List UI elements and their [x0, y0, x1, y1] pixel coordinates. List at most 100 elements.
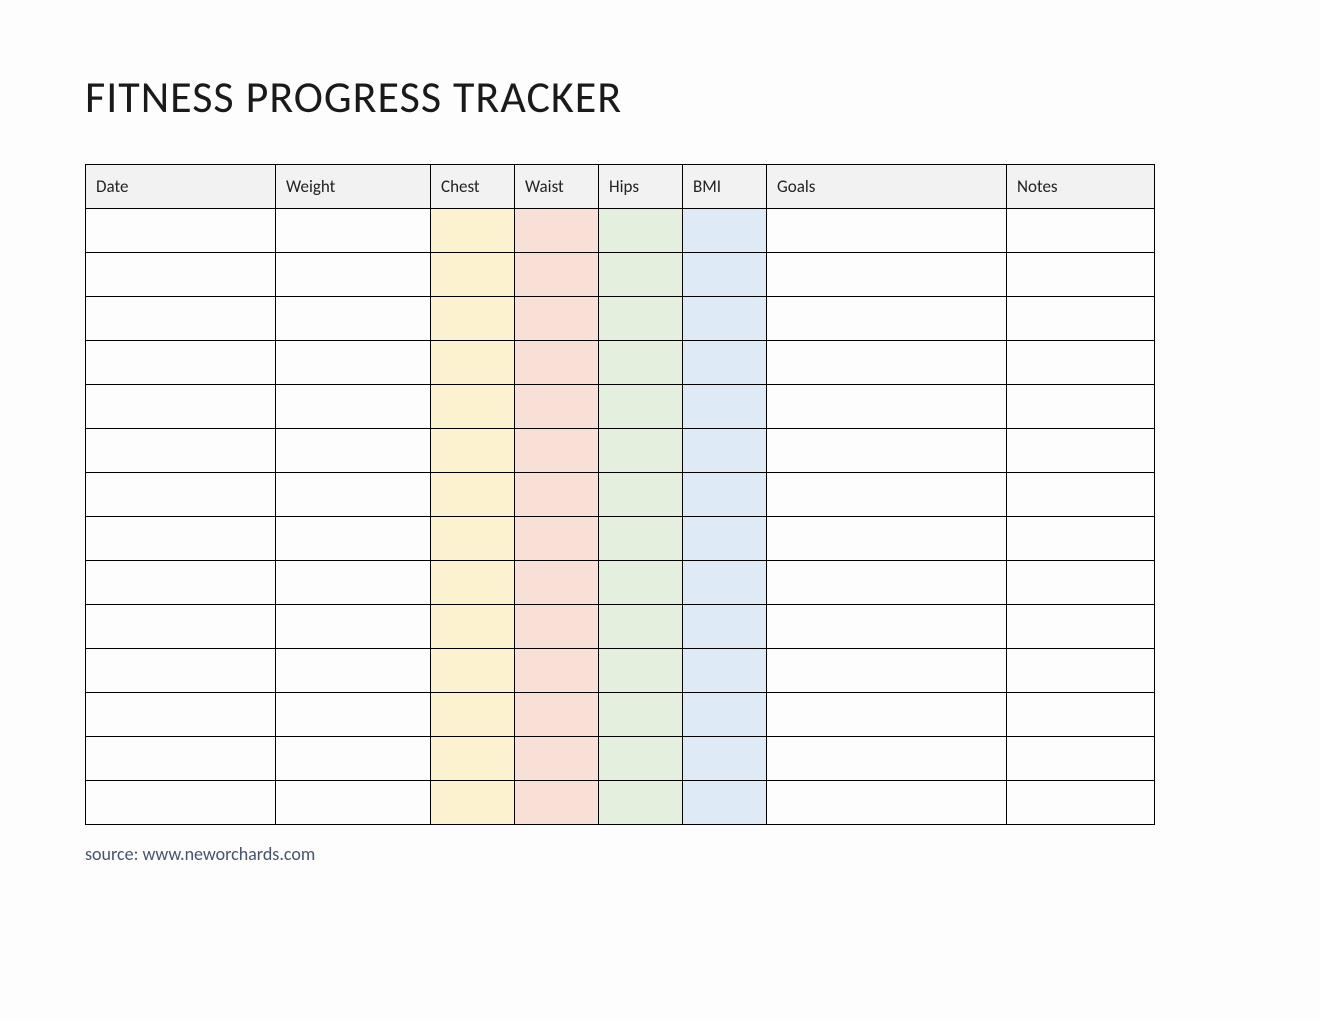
cell-hips[interactable]	[599, 737, 683, 781]
cell-goals[interactable]	[767, 737, 1007, 781]
cell-chest[interactable]	[431, 737, 515, 781]
cell-goals[interactable]	[767, 341, 1007, 385]
cell-weight[interactable]	[276, 693, 431, 737]
cell-notes[interactable]	[1007, 429, 1155, 473]
cell-hips[interactable]	[599, 693, 683, 737]
cell-bmi[interactable]	[683, 429, 767, 473]
cell-hips[interactable]	[599, 429, 683, 473]
cell-hips[interactable]	[599, 473, 683, 517]
cell-bmi[interactable]	[683, 517, 767, 561]
cell-bmi[interactable]	[683, 297, 767, 341]
cell-chest[interactable]	[431, 649, 515, 693]
cell-goals[interactable]	[767, 385, 1007, 429]
cell-goals[interactable]	[767, 209, 1007, 253]
cell-date[interactable]	[86, 781, 276, 825]
cell-date[interactable]	[86, 429, 276, 473]
cell-goals[interactable]	[767, 297, 1007, 341]
cell-weight[interactable]	[276, 473, 431, 517]
cell-weight[interactable]	[276, 429, 431, 473]
cell-hips[interactable]	[599, 297, 683, 341]
cell-notes[interactable]	[1007, 693, 1155, 737]
cell-weight[interactable]	[276, 737, 431, 781]
cell-bmi[interactable]	[683, 605, 767, 649]
cell-date[interactable]	[86, 253, 276, 297]
cell-waist[interactable]	[515, 473, 599, 517]
cell-waist[interactable]	[515, 605, 599, 649]
cell-date[interactable]	[86, 561, 276, 605]
cell-bmi[interactable]	[683, 385, 767, 429]
cell-waist[interactable]	[515, 297, 599, 341]
cell-goals[interactable]	[767, 473, 1007, 517]
cell-chest[interactable]	[431, 605, 515, 649]
cell-waist[interactable]	[515, 693, 599, 737]
cell-date[interactable]	[86, 209, 276, 253]
cell-weight[interactable]	[276, 561, 431, 605]
cell-goals[interactable]	[767, 253, 1007, 297]
cell-hips[interactable]	[599, 209, 683, 253]
cell-waist[interactable]	[515, 385, 599, 429]
cell-hips[interactable]	[599, 517, 683, 561]
cell-waist[interactable]	[515, 561, 599, 605]
cell-goals[interactable]	[767, 561, 1007, 605]
cell-weight[interactable]	[276, 385, 431, 429]
cell-hips[interactable]	[599, 253, 683, 297]
cell-goals[interactable]	[767, 649, 1007, 693]
cell-waist[interactable]	[515, 429, 599, 473]
cell-waist[interactable]	[515, 517, 599, 561]
cell-weight[interactable]	[276, 341, 431, 385]
cell-weight[interactable]	[276, 605, 431, 649]
cell-waist[interactable]	[515, 737, 599, 781]
cell-chest[interactable]	[431, 385, 515, 429]
cell-goals[interactable]	[767, 605, 1007, 649]
cell-chest[interactable]	[431, 429, 515, 473]
cell-weight[interactable]	[276, 253, 431, 297]
cell-weight[interactable]	[276, 209, 431, 253]
cell-weight[interactable]	[276, 517, 431, 561]
cell-date[interactable]	[86, 693, 276, 737]
cell-chest[interactable]	[431, 693, 515, 737]
cell-chest[interactable]	[431, 473, 515, 517]
cell-weight[interactable]	[276, 297, 431, 341]
cell-notes[interactable]	[1007, 517, 1155, 561]
cell-bmi[interactable]	[683, 253, 767, 297]
cell-notes[interactable]	[1007, 209, 1155, 253]
cell-bmi[interactable]	[683, 649, 767, 693]
cell-bmi[interactable]	[683, 473, 767, 517]
cell-notes[interactable]	[1007, 297, 1155, 341]
cell-goals[interactable]	[767, 693, 1007, 737]
cell-date[interactable]	[86, 649, 276, 693]
cell-date[interactable]	[86, 473, 276, 517]
cell-goals[interactable]	[767, 517, 1007, 561]
cell-date[interactable]	[86, 737, 276, 781]
cell-chest[interactable]	[431, 781, 515, 825]
cell-bmi[interactable]	[683, 209, 767, 253]
cell-bmi[interactable]	[683, 737, 767, 781]
cell-hips[interactable]	[599, 605, 683, 649]
cell-chest[interactable]	[431, 297, 515, 341]
cell-weight[interactable]	[276, 781, 431, 825]
cell-chest[interactable]	[431, 209, 515, 253]
cell-date[interactable]	[86, 341, 276, 385]
cell-hips[interactable]	[599, 649, 683, 693]
cell-bmi[interactable]	[683, 781, 767, 825]
cell-chest[interactable]	[431, 561, 515, 605]
cell-chest[interactable]	[431, 253, 515, 297]
cell-chest[interactable]	[431, 341, 515, 385]
cell-bmi[interactable]	[683, 693, 767, 737]
cell-chest[interactable]	[431, 517, 515, 561]
cell-notes[interactable]	[1007, 473, 1155, 517]
cell-bmi[interactable]	[683, 561, 767, 605]
cell-weight[interactable]	[276, 649, 431, 693]
cell-date[interactable]	[86, 385, 276, 429]
cell-waist[interactable]	[515, 209, 599, 253]
cell-notes[interactable]	[1007, 605, 1155, 649]
cell-date[interactable]	[86, 517, 276, 561]
cell-waist[interactable]	[515, 341, 599, 385]
cell-bmi[interactable]	[683, 341, 767, 385]
cell-notes[interactable]	[1007, 737, 1155, 781]
cell-goals[interactable]	[767, 429, 1007, 473]
cell-hips[interactable]	[599, 341, 683, 385]
cell-waist[interactable]	[515, 649, 599, 693]
cell-hips[interactable]	[599, 561, 683, 605]
cell-notes[interactable]	[1007, 253, 1155, 297]
